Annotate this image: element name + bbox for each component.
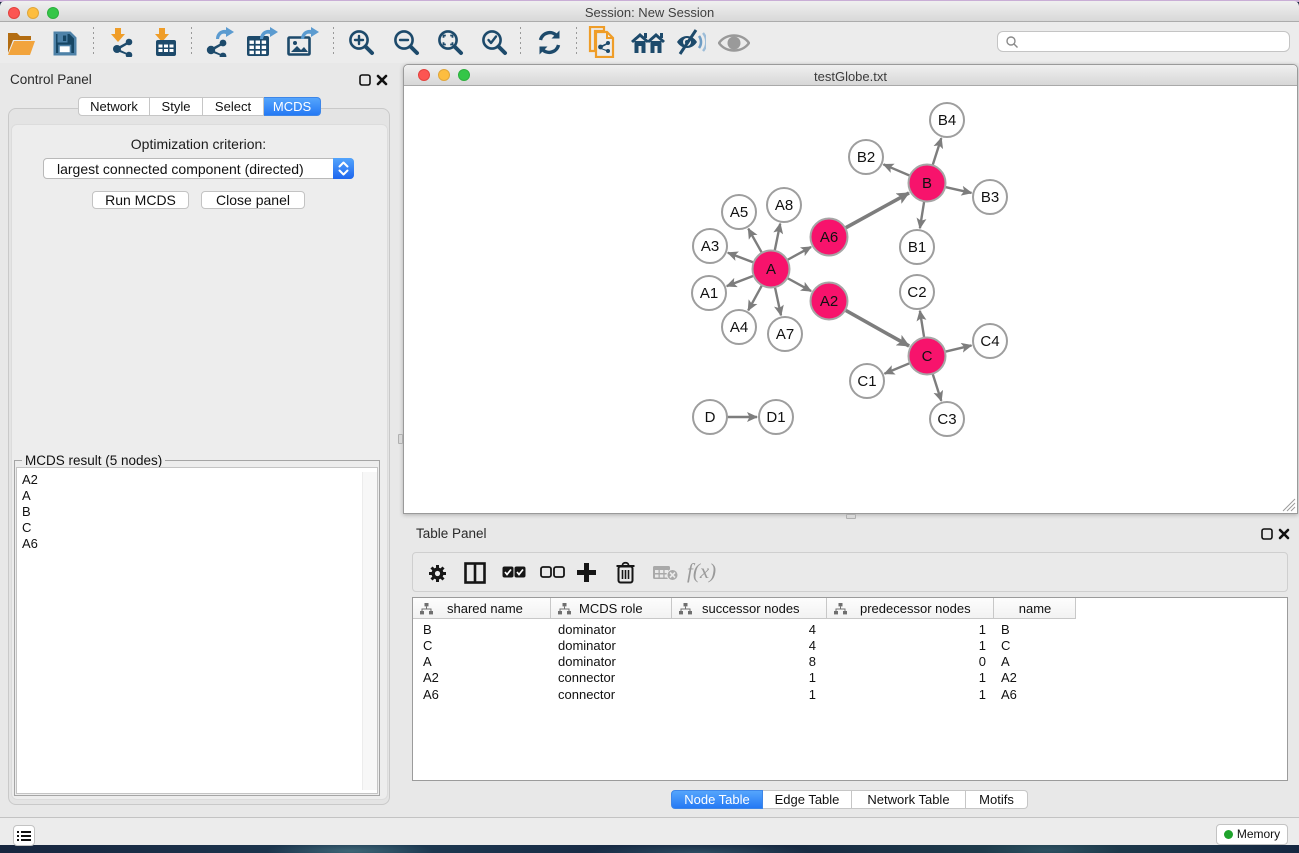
svg-text:A6: A6 bbox=[820, 229, 838, 246]
svg-text:D: D bbox=[705, 409, 716, 426]
svg-text:A5: A5 bbox=[730, 204, 748, 221]
svg-text:C2: C2 bbox=[907, 284, 926, 301]
svg-text:B1: B1 bbox=[908, 239, 926, 256]
svg-text:C1: C1 bbox=[857, 373, 876, 390]
svg-text:A3: A3 bbox=[701, 238, 719, 255]
svg-text:A: A bbox=[766, 261, 776, 278]
svg-text:B: B bbox=[922, 175, 932, 192]
svg-text:C: C bbox=[922, 348, 933, 365]
svg-text:A2: A2 bbox=[820, 293, 838, 310]
svg-text:A1: A1 bbox=[700, 285, 718, 302]
svg-text:A7: A7 bbox=[776, 326, 794, 343]
svg-text:D1: D1 bbox=[766, 409, 785, 426]
svg-text:B3: B3 bbox=[981, 189, 999, 206]
svg-text:C4: C4 bbox=[980, 333, 999, 350]
svg-text:C3: C3 bbox=[937, 411, 956, 428]
svg-text:A4: A4 bbox=[730, 319, 748, 336]
svg-text:A8: A8 bbox=[775, 197, 793, 214]
svg-text:B4: B4 bbox=[938, 112, 956, 129]
svg-text:B2: B2 bbox=[857, 149, 875, 166]
